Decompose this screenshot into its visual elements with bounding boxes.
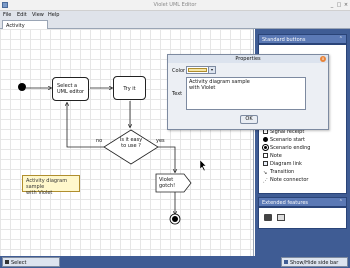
action-try-it[interactable]: Try it [113, 76, 146, 100]
close-window-icon[interactable]: × [343, 2, 349, 8]
scenario-ending-label: Scenario ending [270, 145, 311, 151]
note-connector-label: Note connector [270, 177, 309, 183]
properties-dialog: Properties x Color ▾ Text Activity diagr… [167, 54, 329, 130]
color-swatch [188, 68, 207, 72]
decision-line2: to use ? [121, 143, 141, 149]
transition-label: Transition [270, 169, 295, 175]
collapse-icon[interactable]: ⌃ [339, 199, 343, 205]
note-line1: Activity diagram sample [26, 178, 68, 190]
menu-file[interactable]: File [3, 12, 11, 18]
scenario-start-label: Scenario start [270, 137, 305, 143]
close-icon[interactable]: x [320, 56, 326, 62]
text-field[interactable]: Activity diagram sample with Violet [186, 77, 306, 110]
text-label: Text [172, 91, 183, 97]
standard-buttons-title: Standard buttons [262, 37, 306, 43]
action-select-uml-editor[interactable]: Select a UML editor [52, 77, 89, 101]
minimize-icon[interactable]: _ [329, 2, 335, 8]
extended-features-title: Extended features [262, 200, 308, 206]
show-hide-sidebar-button[interactable]: Show/Hide side bar [281, 257, 348, 267]
scenario-ending-icon [262, 144, 269, 151]
arrow-icon [5, 260, 9, 264]
extended-features-panel [258, 207, 347, 229]
properties-dialog-title: Properties [235, 56, 261, 62]
select-tool-button[interactable]: Select [2, 257, 60, 267]
text-field-line2: with Violet [189, 85, 216, 91]
edge-yes-branch[interactable] [158, 146, 175, 172]
signal-line2: gotch! [159, 183, 176, 189]
menu-view[interactable]: View [32, 12, 44, 18]
show-hide-sidebar-label: Show/Hide side bar [290, 260, 339, 266]
camera-icon[interactable] [264, 214, 272, 221]
window-title: Violet UML Editor [153, 2, 197, 8]
note-line2: with Violet [26, 190, 53, 196]
mouse-pointer-icon [199, 159, 207, 172]
tool-diagram-link[interactable]: Diagram link [263, 161, 343, 168]
scenario-start-icon [263, 137, 268, 142]
end-node-inner [172, 216, 178, 222]
tab-strip: Activity diagram* [0, 19, 350, 35]
signal-label: Violet gotch! [159, 177, 175, 189]
edge-label-no: no [96, 138, 103, 144]
menu-edit[interactable]: Edit [17, 12, 27, 18]
collapse-icon[interactable]: ⌃ [339, 36, 343, 42]
edge-label-yes: yes [156, 138, 165, 144]
diagram-link-label: Diagram link [270, 161, 302, 167]
sidebar-toggle-icon [284, 260, 288, 264]
select-label: Select [11, 260, 27, 266]
window-titlebar: Violet UML Editor _ □ × [0, 0, 350, 11]
properties-dialog-titlebar: Properties x [168, 55, 328, 63]
color-label: Color [172, 68, 186, 74]
color-picker[interactable]: ▾ [186, 66, 216, 74]
node1-line2: UML editor [57, 89, 85, 95]
tool-transition[interactable]: ↘ Transition [263, 169, 343, 176]
note-icon [263, 153, 268, 158]
note-connector-icon: ⋰ [263, 178, 268, 184]
transition-icon: ↘ [263, 170, 268, 176]
diagram-link-icon [263, 161, 268, 166]
status-bar: Select Show/Hide side bar [0, 256, 350, 268]
menu-bar: File Edit View Help [0, 11, 350, 19]
tool-scenario-ending[interactable]: Scenario ending [262, 144, 343, 152]
tool-scenario-start[interactable]: Scenario start [263, 137, 343, 144]
tool-note-connector[interactable]: ⋰ Note connector [263, 177, 343, 184]
maximize-icon[interactable]: □ [336, 2, 342, 8]
note-activity-diagram[interactable]: Activity diagram sample with Violet [22, 175, 80, 196]
tab-activity-diagram[interactable]: Activity diagram* [2, 20, 48, 35]
extended-features-header[interactable]: Extended features ⌃ [258, 197, 347, 207]
tool-signal-receipt[interactable]: Signal receipt [263, 129, 343, 136]
tool-note[interactable]: Note [263, 153, 343, 160]
print-icon[interactable] [277, 214, 285, 221]
ok-button[interactable]: OK [240, 115, 258, 124]
start-node[interactable] [18, 83, 26, 91]
menu-help[interactable]: Help [48, 12, 59, 18]
chevron-down-icon[interactable]: ▾ [208, 67, 215, 73]
standard-buttons-header[interactable]: Standard buttons ⌃ [258, 34, 347, 44]
note-label: Note [270, 153, 282, 159]
decision-label: Is it easy to use ? [118, 137, 144, 149]
